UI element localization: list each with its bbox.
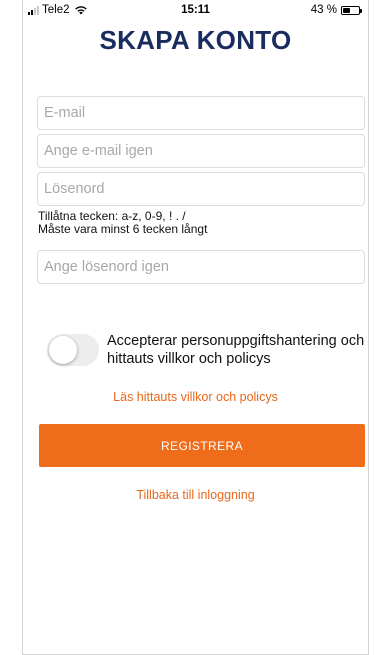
accept-terms-toggle[interactable] xyxy=(47,334,99,366)
battery-percent: 43 % xyxy=(310,4,337,16)
status-bar: Tele2 15:11 43 % xyxy=(23,0,368,22)
status-right: 43 % xyxy=(310,4,362,16)
register-button[interactable]: REGISTRERA xyxy=(39,424,365,467)
phone-screen: Tele2 15:11 43 % SKAPA KONTO Tillåtna te… xyxy=(22,0,369,655)
page-title: SKAPA KONTO xyxy=(99,25,292,55)
accept-terms-label: Accepterar personuppgiftshantering och h… xyxy=(107,333,365,367)
password-field[interactable] xyxy=(37,172,365,206)
password-confirm-field[interactable] xyxy=(37,250,365,284)
toggle-knob xyxy=(49,336,77,364)
password-hint-length: Måste vara minst 6 tecken långt xyxy=(38,222,208,236)
terms-link[interactable]: Läs hittauts villkor och policys xyxy=(23,390,368,404)
battery-icon xyxy=(341,5,362,15)
email-confirm-field[interactable] xyxy=(37,134,365,168)
password-hint: Tillåtna tecken: a-z, 0-9, ! . / Måste v… xyxy=(38,210,207,236)
back-to-login-link[interactable]: Tillbaka till inloggning xyxy=(23,488,368,502)
email-field[interactable] xyxy=(37,96,365,130)
